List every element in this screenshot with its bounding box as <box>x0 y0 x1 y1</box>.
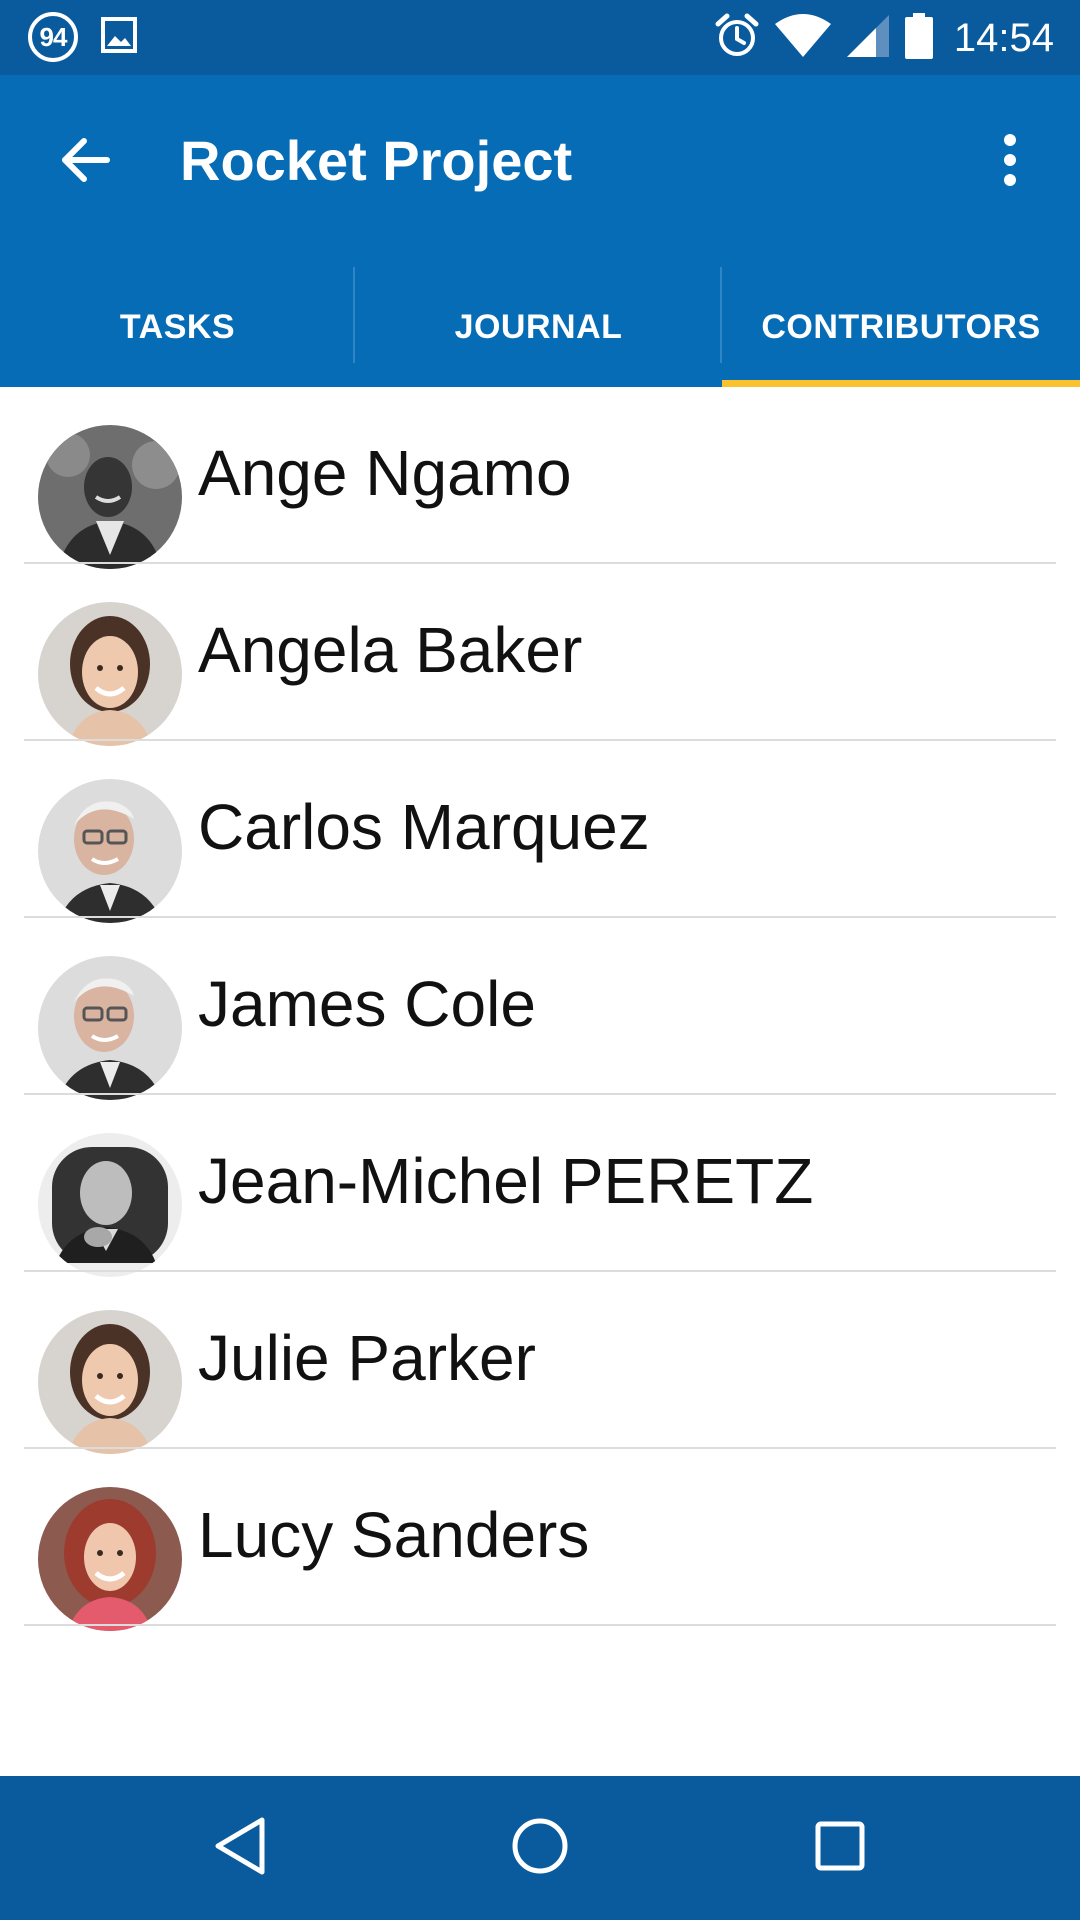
contributor-name: Lucy Sanders <box>198 1499 590 1571</box>
nav-home-button[interactable] <box>490 1798 590 1898</box>
tab-label: CONTRIBUTORS <box>761 307 1041 346</box>
avatar <box>38 956 182 1100</box>
tab-label: TASKS <box>119 307 236 346</box>
list-item[interactable]: Julie Parker <box>0 1272 1080 1454</box>
contributor-name: Carlos Marquez <box>198 791 650 863</box>
list-item[interactable]: Ange Ngamo <box>0 387 1080 569</box>
home-circle-icon <box>511 1817 569 1879</box>
image-icon <box>100 16 138 58</box>
system-nav-bar <box>0 1776 1080 1920</box>
avatar <box>38 602 182 746</box>
recents-square-icon <box>814 1820 866 1876</box>
nav-back-button[interactable] <box>190 1798 290 1898</box>
contributor-name: Jean-Michel PERETZ <box>198 1145 814 1217</box>
wifi-icon <box>774 14 832 62</box>
list-item[interactable]: Lucy Sanders <box>0 1449 1080 1631</box>
divider <box>24 1624 1056 1626</box>
avatar <box>38 1133 182 1277</box>
arrow-back-icon <box>59 134 111 190</box>
overflow-menu-button[interactable] <box>970 117 1050 207</box>
status-left: 94 <box>28 12 138 62</box>
tab-selected-indicator <box>722 380 1080 387</box>
nav-recents-button[interactable] <box>790 1798 890 1898</box>
list-item[interactable]: James Cole <box>0 918 1080 1100</box>
contributor-name: Ange Ngamo <box>198 437 572 509</box>
list-item[interactable]: Jean-Michel PERETZ <box>0 1095 1080 1277</box>
tab-tasks[interactable]: TASKS <box>0 267 355 387</box>
contributor-name: Angela Baker <box>198 614 583 686</box>
signal-icon <box>846 14 890 62</box>
notification-count-icon: 94 <box>28 12 78 62</box>
back-triangle-icon <box>212 1815 268 1881</box>
app-bar: Rocket Project TASKS JOURNAL CONTRIBUTOR… <box>0 75 1080 387</box>
list-item[interactable]: Angela Baker <box>0 564 1080 746</box>
battery-icon <box>904 12 934 64</box>
tab-bar: TASKS JOURNAL CONTRIBUTORS <box>0 267 1080 387</box>
contributors-list: Ange Ngamo Angela Baker Carlos Marquez J… <box>0 387 1080 1631</box>
alarm-icon <box>714 13 760 63</box>
status-time: 14:54 <box>953 15 1054 60</box>
status-right: 14:54 <box>714 10 1054 66</box>
avatar <box>38 1487 182 1631</box>
status-bar: 94 14:54 <box>0 0 1080 75</box>
list-item[interactable]: Carlos Marquez <box>0 741 1080 923</box>
tab-contributors[interactable]: CONTRIBUTORS <box>722 267 1080 387</box>
avatar <box>38 1310 182 1454</box>
page-title: Rocket Project <box>180 129 573 192</box>
tab-journal[interactable]: JOURNAL <box>355 267 722 387</box>
avatar <box>38 779 182 923</box>
contributor-name: Julie Parker <box>198 1322 536 1394</box>
contributor-name: James Cole <box>198 968 536 1040</box>
more-vert-icon <box>1002 134 1018 190</box>
back-button[interactable] <box>40 117 130 207</box>
avatar <box>38 425 182 569</box>
tab-label: JOURNAL <box>454 307 623 346</box>
